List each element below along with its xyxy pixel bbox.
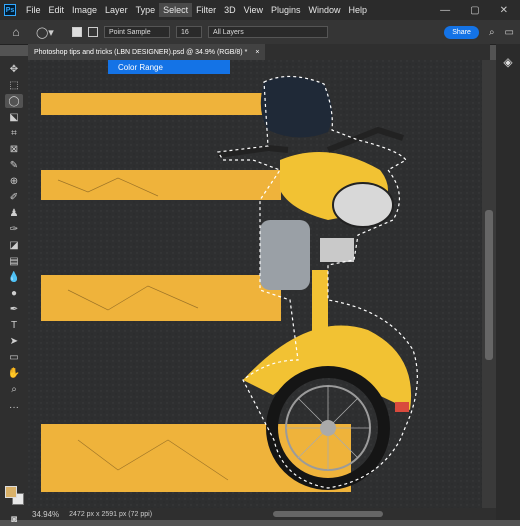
menu-3d[interactable]: 3D bbox=[220, 3, 240, 17]
sample-size-select[interactable]: Point Sample bbox=[104, 26, 170, 38]
document-title: Photoshop tips and tricks (LBN DESIGNER)… bbox=[34, 48, 248, 56]
workspace-icon[interactable]: ▭ bbox=[505, 27, 514, 38]
right-panel-dock: ◈ bbox=[496, 44, 520, 520]
brush-tool-icon[interactable]: ✐ bbox=[5, 190, 23, 204]
document-tabbar: Photoshop tips and tricks (LBN DESIGNER)… bbox=[28, 44, 490, 60]
move-tool-icon[interactable]: ✥ bbox=[5, 62, 23, 76]
quick-mask-icon[interactable]: ◙ bbox=[5, 512, 23, 526]
document-info: 2472 px x 2591 px (72 ppi) bbox=[69, 510, 153, 518]
menu-view[interactable]: View bbox=[240, 3, 267, 17]
path-select-icon[interactable]: ➤ bbox=[5, 334, 23, 348]
lasso-preset-icon[interactable]: ◯▾ bbox=[36, 24, 66, 40]
canvas-image bbox=[28, 60, 482, 508]
crosswalk-stripe bbox=[41, 170, 281, 200]
menu-type[interactable]: Type bbox=[132, 3, 160, 17]
options-bar: ⌂ ◯▾ Point Sample 16 All Layers Share ⌕ … bbox=[0, 20, 520, 45]
layers-scope-select[interactable]: All Layers bbox=[208, 26, 328, 38]
layers-icon[interactable]: ◈ bbox=[500, 54, 516, 70]
object-select-icon[interactable]: ⬕ bbox=[5, 110, 23, 124]
menu-image[interactable]: Image bbox=[68, 3, 101, 17]
vertical-scrollbar[interactable] bbox=[482, 60, 496, 508]
marquee-tool-icon[interactable]: ⬚ bbox=[5, 78, 23, 92]
home-icon[interactable]: ⌂ bbox=[6, 22, 26, 42]
share-button[interactable]: Share bbox=[444, 25, 479, 39]
tolerance-field[interactable]: 16 bbox=[176, 26, 202, 38]
vertical-scroll-thumb[interactable] bbox=[485, 210, 493, 360]
menu-filter[interactable]: Filter bbox=[192, 3, 220, 17]
gradient-tool-icon[interactable]: ▤ bbox=[5, 254, 23, 268]
eyedropper-icon[interactable]: ✎ bbox=[5, 158, 23, 172]
menu-layer[interactable]: Layer bbox=[101, 3, 132, 17]
healing-brush-icon[interactable]: ⊕ bbox=[5, 174, 23, 188]
foreground-color-swatch[interactable] bbox=[5, 486, 17, 498]
color-range-menu-item[interactable]: Color Range bbox=[108, 60, 230, 74]
menu-plugins[interactable]: Plugins bbox=[267, 3, 305, 17]
tools-panel: ✥ ⬚ ◯ ⬕ ⌗ ⊠ ✎ ⊕ ✐ ♟ ✑ ◪ ▤ 💧 ● ✒ T ➤ ▭ ✋ … bbox=[0, 56, 28, 525]
document-tab[interactable]: Photoshop tips and tricks (LBN DESIGNER)… bbox=[28, 44, 266, 60]
menu-file[interactable]: File bbox=[22, 3, 45, 17]
crop-tool-icon[interactable]: ⌗ bbox=[5, 126, 23, 140]
hand-tool-icon[interactable]: ✋ bbox=[5, 366, 23, 380]
blur-tool-icon[interactable]: 💧 bbox=[5, 270, 23, 284]
horizontal-scrollbar[interactable] bbox=[273, 511, 383, 517]
type-tool-icon[interactable]: T bbox=[5, 318, 23, 332]
minimize-icon[interactable]: — bbox=[440, 5, 450, 16]
color-range-label: Color Range bbox=[118, 62, 163, 72]
zoom-level[interactable]: 34.94% bbox=[28, 510, 59, 519]
ps-logo[interactable]: Ps bbox=[4, 4, 16, 16]
search-icon[interactable]: ⌕ bbox=[489, 27, 495, 38]
menu-window[interactable]: Window bbox=[305, 3, 345, 17]
zoom-tool-icon[interactable]: ⌕ bbox=[5, 382, 23, 396]
menu-bar: Ps File Edit Image Layer Type Select Fil… bbox=[0, 0, 520, 20]
stamp-tool-icon[interactable]: ♟ bbox=[5, 206, 23, 220]
menu-edit[interactable]: Edit bbox=[45, 3, 69, 17]
document-canvas[interactable] bbox=[28, 60, 482, 508]
crosswalk-stripe bbox=[41, 93, 281, 115]
tab-close-icon[interactable]: × bbox=[255, 49, 259, 56]
crosswalk-stripe bbox=[41, 275, 281, 321]
close-icon[interactable]: ✕ bbox=[500, 5, 508, 16]
history-brush-icon[interactable]: ✑ bbox=[5, 222, 23, 236]
lasso-tool-icon[interactable]: ◯ bbox=[5, 94, 23, 108]
more-tools-icon[interactable]: ··· bbox=[5, 400, 23, 414]
maximize-icon[interactable]: ▢ bbox=[470, 5, 479, 16]
status-bar: 34.94% 2472 px x 2591 px (72 ppi) bbox=[28, 508, 496, 520]
menu-help[interactable]: Help bbox=[345, 3, 372, 17]
menu-select[interactable]: Select bbox=[159, 3, 193, 17]
frame-tool-icon[interactable]: ⊠ bbox=[5, 142, 23, 156]
shape-tool-icon[interactable]: ▭ bbox=[5, 350, 23, 364]
eraser-tool-icon[interactable]: ◪ bbox=[5, 238, 23, 252]
new-selection-icon[interactable] bbox=[72, 27, 82, 37]
dodge-tool-icon[interactable]: ● bbox=[5, 286, 23, 300]
add-selection-icon[interactable] bbox=[88, 27, 98, 37]
pen-tool-icon[interactable]: ✒ bbox=[5, 302, 23, 316]
